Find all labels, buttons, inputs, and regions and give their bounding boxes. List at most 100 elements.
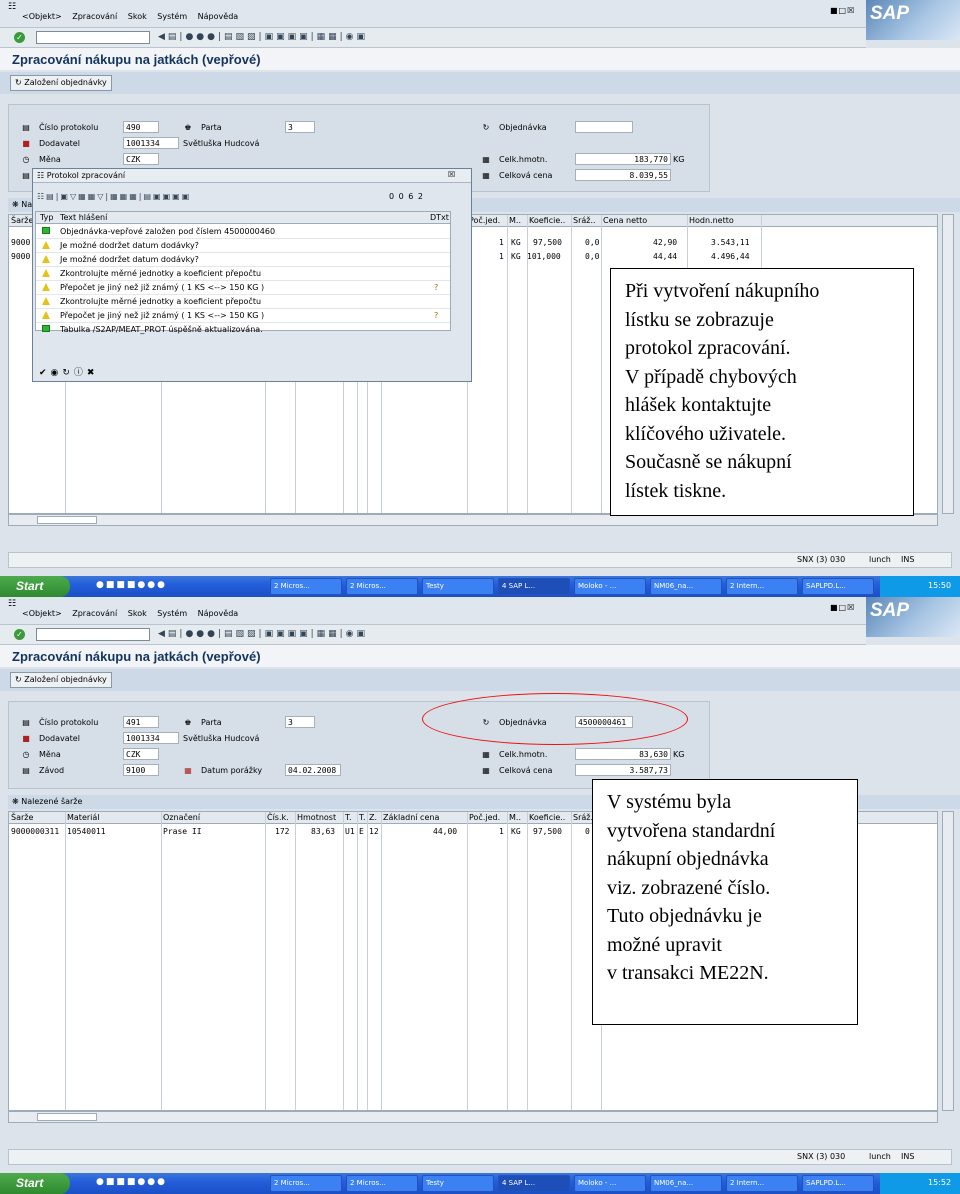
col-cisk[interactable]: Čís.k. xyxy=(267,813,289,822)
menu-napoveda[interactable]: Nápověda xyxy=(198,12,239,21)
task-button[interactable]: Moloko - ... xyxy=(574,1175,646,1192)
create-order-button[interactable]: ↻ Založení objednávky xyxy=(10,75,112,91)
task-button[interactable]: 2 Micros... xyxy=(270,1175,342,1192)
quick-launch-icons[interactable]: ●■■■●●● xyxy=(96,1177,167,1187)
create-order-button[interactable]: ↻ Založení objednávky xyxy=(10,672,112,688)
party-field[interactable]: 3 xyxy=(285,716,315,728)
task-button[interactable]: 2 Intern... xyxy=(726,578,798,595)
message-row[interactable]: Je možné dodržet datum dodávky? xyxy=(36,239,450,253)
horizontal-scrollbar[interactable] xyxy=(8,1111,938,1123)
vertical-scrollbar[interactable] xyxy=(942,214,954,514)
menu-napoveda[interactable]: Nápověda xyxy=(198,609,239,618)
col-hodn-netto[interactable]: Hodn.netto xyxy=(689,216,734,225)
menu-objekt[interactable]: <Objekt> xyxy=(22,609,62,618)
total-weight-label: Celk.hmotn. xyxy=(499,750,548,759)
cell-sarze: 9000000311 xyxy=(11,827,60,836)
task-button[interactable]: 2 Micros... xyxy=(346,1175,418,1192)
toolbar-icons[interactable]: ◀▤|●●●|▤▧▧|▣▣▣▣|▦▦|◉▣ xyxy=(158,32,368,42)
warning-status-icon xyxy=(42,255,50,263)
total-price-icon: ▦ xyxy=(482,171,490,180)
cell-oznaceni: Prase II xyxy=(163,827,202,836)
task-button[interactable]: SAPLPD.L... xyxy=(802,578,874,595)
protocol-field[interactable]: 490 xyxy=(123,121,159,133)
window-controls[interactable]: ■□☒ xyxy=(830,6,855,15)
col-z[interactable]: Z. xyxy=(369,813,377,822)
col-oznaceni[interactable]: Označení xyxy=(163,813,200,822)
currency-field[interactable]: CZK xyxy=(123,153,159,165)
command-field[interactable] xyxy=(36,628,150,641)
message-counts[interactable]: 0 0 6 2 xyxy=(389,192,424,201)
order-label: Objednávka xyxy=(499,123,547,132)
col-cena-netto[interactable]: Cena netto xyxy=(603,216,647,225)
menu-system[interactable]: Systém xyxy=(157,609,187,618)
order-date-field[interactable]: 04.02.2008 xyxy=(285,764,341,776)
start-button[interactable]: Start xyxy=(0,576,70,597)
window-controls[interactable]: ■□☒ xyxy=(830,603,855,612)
col-poc-jed[interactable]: Poč.jed. xyxy=(469,813,500,822)
col-hmotnost[interactable]: Hmotnost xyxy=(297,813,336,822)
task-button[interactable]: Testy xyxy=(422,578,494,595)
plant-icon: ▤ xyxy=(22,171,30,180)
task-button[interactable]: 2 Intern... xyxy=(726,1175,798,1192)
col-t2[interactable]: T. xyxy=(359,813,365,822)
message-row[interactable]: Přepočet je jiný než již známý ( 1 KS <-… xyxy=(36,281,450,295)
task-button[interactable]: 2 Micros... xyxy=(346,578,418,595)
enter-icon[interactable]: ✓ xyxy=(14,629,25,640)
col-zakladni-cena[interactable]: Základní cena xyxy=(383,813,439,822)
plant-field[interactable]: 9100 xyxy=(123,764,159,776)
supplier-id-field[interactable]: 1001334 xyxy=(123,137,179,149)
message-row[interactable]: Zkontrolujte měrné jednotky a koeficient… xyxy=(36,267,450,281)
toolbar-icons[interactable]: ◀▤|●●●|▤▧▧|▣▣▣▣|▦▦|◉▣ xyxy=(158,629,368,639)
col-sarze[interactable]: Šarže xyxy=(11,216,33,225)
task-button[interactable]: 4 SAP L... xyxy=(498,578,570,595)
long-text-icon[interactable]: ? xyxy=(434,283,438,292)
col-type[interactable]: Typ xyxy=(40,213,53,222)
col-poc-jed[interactable]: Poč.jed. xyxy=(469,216,500,225)
close-icon[interactable]: ☒ xyxy=(448,170,455,179)
order-field[interactable] xyxy=(575,121,633,133)
menu-objekt[interactable]: <Objekt> xyxy=(22,12,62,21)
message-row[interactable]: Přepočet je jiný než již známý ( 1 KS <-… xyxy=(36,309,450,323)
message-row[interactable]: Tabulka /S2AP/MEAT_PROT úspěšně aktualiz… xyxy=(36,323,450,337)
long-text-icon[interactable]: ? xyxy=(434,311,438,320)
col-koeficient[interactable]: Koeficie.. xyxy=(529,216,565,225)
task-button[interactable]: NM06_na... xyxy=(650,578,722,595)
supplier-id-field[interactable]: 1001334 xyxy=(123,732,179,744)
dialog-buttons[interactable]: ✔◉↻ⓘ✖ xyxy=(39,365,98,378)
cell-poc: 1 xyxy=(499,238,504,247)
message-row[interactable]: Zkontrolujte měrné jednotky a koeficient… xyxy=(36,295,450,309)
enter-icon[interactable]: ✓ xyxy=(14,32,25,43)
party-field[interactable]: 3 xyxy=(285,121,315,133)
message-row[interactable]: Je možné dodržet datum dodávky? xyxy=(36,253,450,267)
currency-field[interactable]: CZK xyxy=(123,748,159,760)
col-koeficient[interactable]: Koeficie.. xyxy=(529,813,565,822)
task-button[interactable]: SAPLPD.L... xyxy=(802,1175,874,1192)
cell-hmotnost: 83,63 xyxy=(311,827,336,836)
menu-skok[interactable]: Skok xyxy=(128,609,147,618)
col-material[interactable]: Materiál xyxy=(67,813,100,822)
quick-launch-icons[interactable]: ●■■■●●● xyxy=(96,580,167,590)
col-sraz[interactable]: Sráž.. xyxy=(573,216,596,225)
command-field[interactable] xyxy=(36,31,150,44)
task-button[interactable]: Moloko - ... xyxy=(574,578,646,595)
menu-zpracovani[interactable]: Zpracování xyxy=(72,609,117,618)
protocol-field[interactable]: 491 xyxy=(123,716,159,728)
message-text: Tabulka /S2AP/MEAT_PROT úspěšně aktualiz… xyxy=(60,325,263,334)
grid-title: Nalezené šarže xyxy=(21,797,83,806)
task-button[interactable]: 2 Micros... xyxy=(270,578,342,595)
start-button[interactable]: Start xyxy=(0,1173,70,1194)
col-m[interactable]: M.. xyxy=(509,813,521,822)
col-t1[interactable]: T. xyxy=(345,813,351,822)
menu-zpracovani[interactable]: Zpracování xyxy=(72,12,117,21)
col-text[interactable]: Text hlášení xyxy=(60,213,107,222)
col-dtxt[interactable]: DTxt xyxy=(430,213,449,222)
col-m[interactable]: M.. xyxy=(509,216,521,225)
menu-skok[interactable]: Skok xyxy=(128,12,147,21)
message-row[interactable]: Objednávka-vepřové založen pod číslem 45… xyxy=(36,225,450,239)
task-button[interactable]: 4 SAP L... xyxy=(498,1175,570,1192)
vertical-scrollbar[interactable] xyxy=(942,811,954,1111)
col-sarze[interactable]: Šarže xyxy=(11,813,33,822)
task-button[interactable]: Testy xyxy=(422,1175,494,1192)
menu-system[interactable]: Systém xyxy=(157,12,187,21)
task-button[interactable]: NM06_na... xyxy=(650,1175,722,1192)
